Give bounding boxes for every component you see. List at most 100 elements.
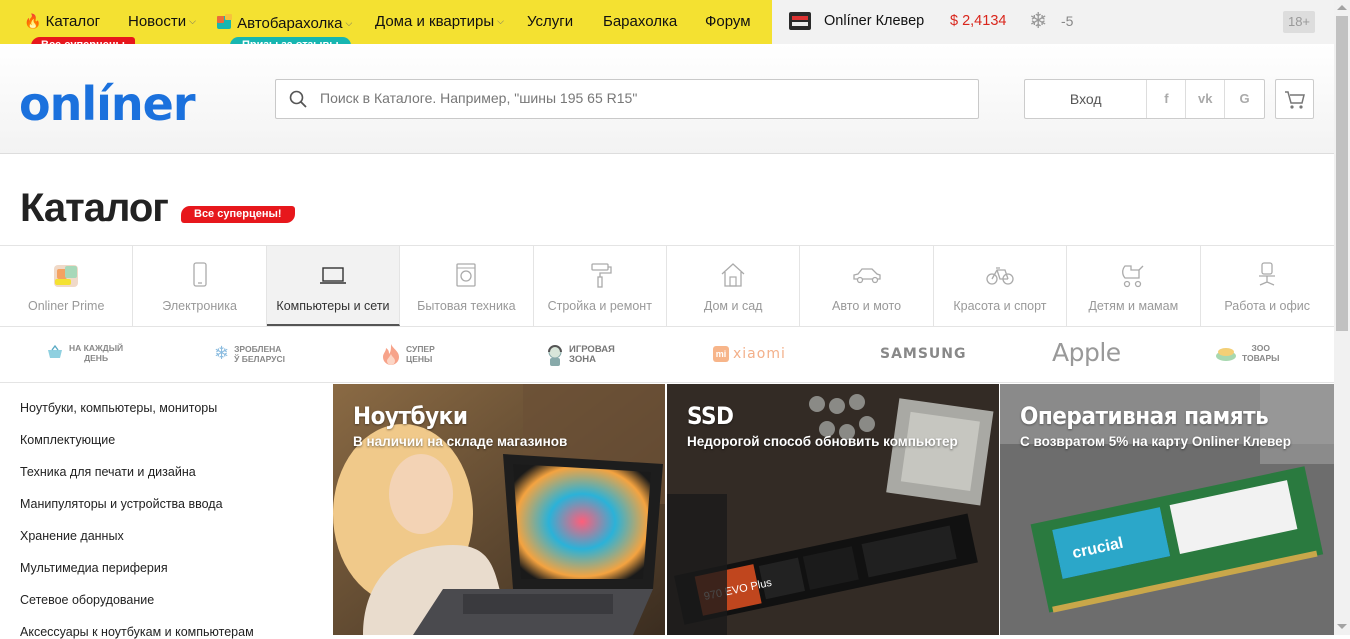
nav-realty-label: Дома и квартиры [375, 13, 495, 30]
chevron-down-icon: ⌵ [345, 18, 353, 28]
nav-catalog-label: Каталог [45, 13, 101, 30]
tile-ssd[interactable]: 970 EVO Plus SSD Недорогой способ обнови… [667, 384, 999, 635]
promo-made-in-belarus[interactable]: ❄ Зроблена ў Беларусі [214, 343, 285, 364]
tile-laptops[interactable]: Ноутбуки В наличии на складе магазинов [333, 384, 665, 635]
page-scrollbar[interactable] [1334, 0, 1350, 635]
tab-label: Электроника [162, 299, 237, 313]
age-badge: 18+ [1283, 11, 1315, 33]
search-input[interactable] [320, 90, 960, 106]
tab-kids[interactable]: Детям и мамам [1067, 246, 1201, 326]
chevron-down-icon: ⌵ [497, 16, 504, 26]
nav-news-label: Новости [128, 13, 187, 30]
promo-everyday[interactable]: На каждый день [46, 343, 123, 363]
onliner-logo[interactable]: onlíner [19, 77, 196, 131]
tile-title: Ноутбуки [353, 402, 468, 430]
promo-super-prices[interactable]: Супер цены [381, 343, 435, 365]
subcategory-list: Ноутбуки, компьютеры, мониторы Комплекту… [0, 384, 333, 639]
subcategory-item[interactable]: Манипуляторы и устройства ввода [20, 497, 223, 511]
search-box[interactable] [275, 79, 979, 119]
tab-label: Детям и мамам [1088, 299, 1179, 313]
apple-logo: Apple [1052, 338, 1121, 367]
tab-auto-moto[interactable]: Авто и мото [800, 246, 934, 326]
promo-line: день [84, 353, 109, 363]
top-bar: 🔥 Каталог Новости ⌵ Автобарахолка ⌵ Дома и… [0, 0, 1334, 54]
subcategory-item[interactable]: Комплектующие [20, 433, 115, 447]
promo-game-zone[interactable]: Игровая зона [546, 343, 615, 367]
cart-button[interactable] [1275, 79, 1314, 119]
tile-subtitle: В наличии на складе магазинов [353, 434, 568, 449]
currency-rate[interactable]: $ 2,4134 [950, 13, 1006, 29]
nav-realty[interactable]: Дома и квартиры ⌵ [375, 13, 504, 30]
tile-title: SSD [687, 402, 734, 430]
weather-temperature[interactable]: -5 [1061, 13, 1073, 29]
tab-construction[interactable]: Стройка и ремонт [534, 246, 667, 326]
tile-subtitle: С возвратом 5% на карту Onliner Клевер [1020, 434, 1291, 449]
gift-icon [217, 14, 232, 29]
tile-title: Оперативная память [1020, 402, 1269, 430]
title-super-prices-badge[interactable]: Все суперцены! [181, 206, 295, 223]
gamer-icon [548, 345, 562, 366]
google-icon[interactable]: G [1225, 80, 1264, 118]
tab-home-garden[interactable]: Дом и сад [667, 246, 801, 326]
tab-computers[interactable]: Компьютеры и сети [266, 246, 401, 326]
nav-autobaraholka-label: Автобарахолка [237, 15, 343, 32]
tab-label: Красота и спорт [953, 299, 1047, 313]
tab-work-office[interactable]: Работа и офис [1201, 246, 1334, 326]
tab-electronics[interactable]: Электроника [133, 246, 267, 326]
subcategory-item[interactable]: Мультимедиа периферия [20, 561, 168, 575]
tab-label: Дом и сад [703, 299, 763, 313]
page-title: Каталог [20, 186, 169, 230]
subcategory-item[interactable]: Аксессуары к ноутбукам и компьютерам [20, 625, 254, 639]
xiaomi-brand: xiaomi [733, 346, 786, 362]
house-icon [721, 263, 745, 287]
smartphone-icon [192, 262, 207, 287]
nav-baraholka[interactable]: Барахолка [603, 13, 677, 30]
scrollbar-thumb[interactable] [1336, 16, 1348, 331]
subcategory-item[interactable]: Ноутбуки, компьютеры, мониторы [20, 401, 217, 415]
tab-label: Авто и мото [832, 299, 902, 313]
promo-line: Зроблена [234, 343, 282, 354]
nav-services[interactable]: Услуги [527, 13, 573, 30]
nav-forum[interactable]: Форум [705, 13, 751, 30]
bicycle-icon [986, 267, 1014, 285]
samsung-logo: SAMSUNG [880, 346, 967, 362]
auth-box: Вход f vk G [1024, 79, 1265, 119]
scroll-down-icon[interactable] [1337, 624, 1347, 629]
login-button[interactable]: Вход [1025, 80, 1148, 118]
facebook-icon[interactable]: f [1147, 80, 1187, 118]
promo-apple[interactable]: Apple [1052, 338, 1121, 367]
laptop-icon [319, 267, 346, 284]
promo-xiaomi[interactable]: mi xiaomi [713, 346, 786, 362]
promo-line: зона [569, 354, 596, 365]
nav-news[interactable]: Новости ⌵ [128, 13, 196, 30]
tab-label: Onliner Prime [27, 299, 105, 313]
scroll-up-icon[interactable] [1337, 5, 1347, 10]
tab-beauty-sport[interactable]: Красота и спорт [934, 246, 1068, 326]
snowflake-icon: ❄ [214, 343, 230, 363]
promo-pet-goods[interactable]: Зоо товары [1215, 343, 1279, 363]
nav-catalog[interactable]: 🔥 Каталог [24, 13, 100, 30]
snowflake-icon: ❄ [1029, 8, 1048, 33]
clever-card-icon [789, 12, 811, 30]
site-header: onlíner Вход f vk G [0, 44, 1334, 154]
promo-line: На каждый [69, 343, 124, 353]
promo-samsung[interactable]: SAMSUNG [880, 346, 967, 362]
subcategory-item[interactable]: Техника для печати и дизайна [20, 465, 196, 479]
paint-roller-icon [591, 263, 612, 288]
subcategory-item[interactable]: Хранение данных [20, 529, 124, 543]
subcategory-item[interactable]: Сетевое оборудование [20, 593, 154, 607]
vk-icon[interactable]: vk [1186, 80, 1226, 118]
tab-onliner-prime[interactable]: Onliner Prime [0, 246, 134, 326]
tile-subtitle: Недорогой способ обновить компьютер [687, 434, 958, 449]
prime-icon [54, 265, 79, 287]
promo-line: ў Беларусі [234, 353, 285, 364]
car-icon [852, 268, 881, 284]
tab-label: Компьютеры и сети [276, 299, 390, 313]
clever-link[interactable]: Onlíner Клевер [824, 13, 924, 29]
search-icon [289, 90, 307, 108]
tile-ram[interactable]: crucial Оперативная память С возвратом 5… [1000, 384, 1334, 635]
nav-autobaraholka[interactable]: Автобарахолка ⌵ [216, 13, 352, 32]
nav-forum-label: Форум [705, 13, 751, 30]
flame-icon [383, 344, 399, 365]
tab-appliances[interactable]: Бытовая техника [400, 246, 534, 326]
